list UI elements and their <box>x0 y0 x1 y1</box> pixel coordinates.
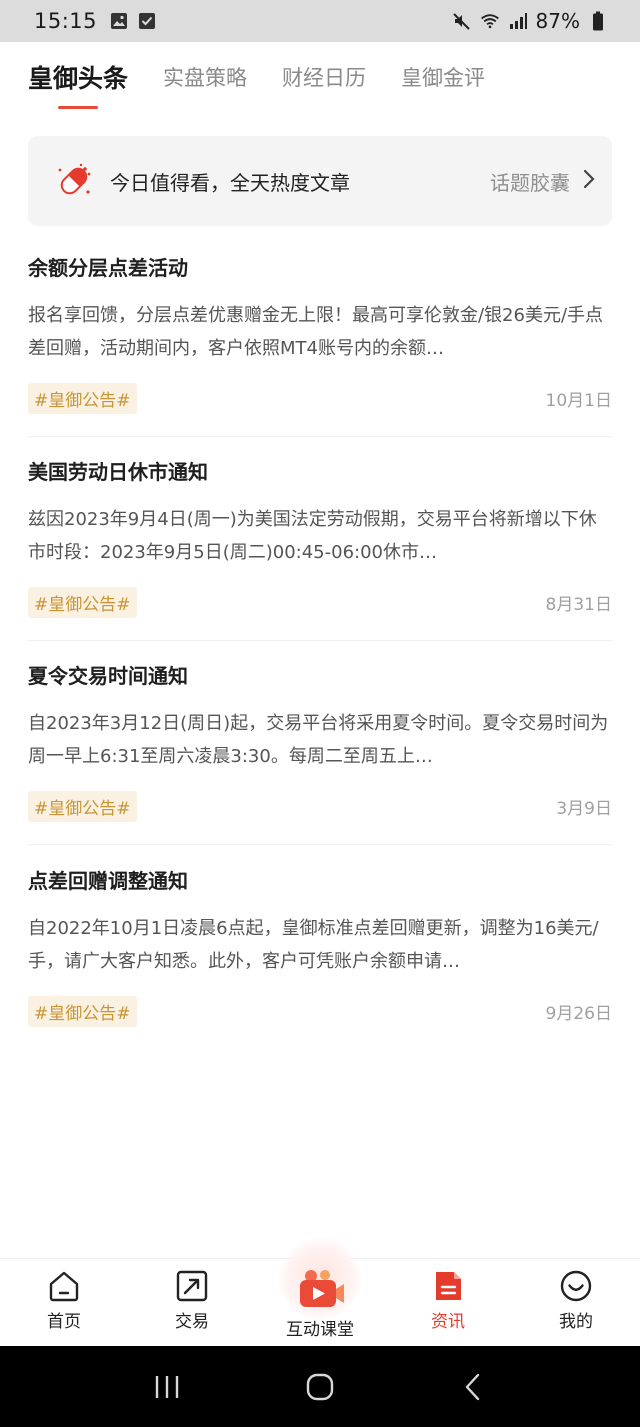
trade-chart-icon <box>175 1269 209 1303</box>
article-item[interactable]: 点差回赠调整通知 自2022年10月1日凌晨6点起，皇御标准点差回赠更新，调整为… <box>28 866 612 1027</box>
article-date: 9月26日 <box>545 1004 612 1024</box>
bottom-nav-bar: 首页 交易 互动课堂 资讯 我的 <box>0 1237 640 1346</box>
nav-label: 交易 <box>175 1312 209 1332</box>
system-nav-bar <box>0 1346 640 1427</box>
article-date: 3月9日 <box>556 799 612 819</box>
tab-live-strategy[interactable]: 实盘策略 <box>163 62 247 92</box>
article-summary: 自2022年10月1日凌晨6点起，皇御标准点差回赠更新，调整为16美元/手，请广… <box>28 918 599 972</box>
top-tab-bar: 皇御头条 实盘策略 财经日历 皇御金评 <box>0 42 640 112</box>
tab-economic-calendar[interactable]: 财经日历 <box>282 62 366 92</box>
wifi-icon <box>480 11 500 31</box>
divider <box>28 640 612 641</box>
nav-news[interactable]: 资讯 <box>384 1259 512 1346</box>
article-tag[interactable]: #皇御公告# <box>28 791 137 822</box>
article-title: 美国劳动日休市通知 <box>28 460 208 484</box>
divider <box>28 844 612 845</box>
article-summary: 兹因2023年9月4日(周一)为美国法定劳动假期，交易平台将新增以下休市时段：2… <box>28 509 597 563</box>
nav-trade[interactable]: 交易 <box>128 1259 256 1346</box>
tab-gold-review[interactable]: 皇御金评 <box>401 62 485 92</box>
nav-label: 首页 <box>47 1312 81 1332</box>
article-date: 8月31日 <box>545 595 612 615</box>
tab-headlines[interactable]: 皇御头条 <box>28 59 128 109</box>
article-summary: 自2023年3月12日(周日)起，交易平台将采用夏令时间。夏令交易时间为周一早上… <box>28 713 609 767</box>
article-date: 10月1日 <box>545 391 612 411</box>
video-class-icon <box>293 1267 347 1311</box>
article-title: 余额分层点差活动 <box>28 256 188 280</box>
article-item[interactable]: 夏令交易时间通知 自2023年3月12日(周日)起，交易平台将采用夏令时间。夏令… <box>28 661 612 845</box>
divider <box>28 436 612 437</box>
nav-label: 资讯 <box>431 1312 465 1332</box>
nav-label: 我的 <box>559 1312 593 1332</box>
article-summary: 报名享回馈，分层点差优惠赠金无上限！最高可享伦敦金/银26美元/手点差回赠，活动… <box>28 305 604 359</box>
nav-profile[interactable]: 我的 <box>512 1259 640 1346</box>
nav-home[interactable]: 首页 <box>0 1259 128 1346</box>
article-title: 点差回赠调整通知 <box>28 869 188 893</box>
article-tag[interactable]: #皇御公告# <box>28 587 137 618</box>
mute-icon <box>452 11 472 31</box>
nav-interactive-class[interactable]: 互动课堂 <box>256 1237 384 1346</box>
article-item[interactable]: 美国劳动日休市通知 兹因2023年9月4日(周一)为美国法定劳动假期，交易平台将… <box>28 457 612 641</box>
battery-percentage: 87% <box>535 9 580 33</box>
chevron-right-icon <box>582 168 596 194</box>
signal-icon <box>508 11 528 31</box>
article-tag[interactable]: #皇御公告# <box>28 996 137 1027</box>
topic-capsule-link[interactable]: 话题胶囊 <box>490 167 570 196</box>
home-icon <box>47 1269 81 1303</box>
checkbox-icon <box>137 11 157 31</box>
article-title: 夏令交易时间通知 <box>28 664 188 688</box>
battery-icon <box>588 11 608 31</box>
image-icon <box>109 11 129 31</box>
status-time: 15:15 <box>34 9 98 33</box>
news-doc-icon <box>431 1269 465 1303</box>
status-bar: 15:15 87% <box>0 0 640 42</box>
hot-articles-banner[interactable]: 今日值得看，全天热度文章 话题胶囊 <box>28 136 612 226</box>
capsule-icon <box>54 161 94 201</box>
article-item[interactable]: 余额分层点差活动 报名享回馈，分层点差优惠赠金无上限！最高可享伦敦金/银26美元… <box>28 253 612 437</box>
home-button-icon[interactable] <box>300 1367 340 1407</box>
back-icon[interactable] <box>453 1367 493 1407</box>
recent-apps-icon[interactable] <box>147 1367 187 1407</box>
article-tag[interactable]: #皇御公告# <box>28 383 137 414</box>
banner-text: 今日值得看，全天热度文章 <box>110 170 350 195</box>
profile-smile-icon <box>559 1269 593 1303</box>
